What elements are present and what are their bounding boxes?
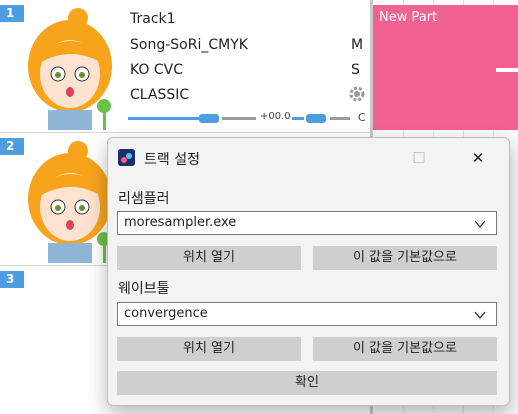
pan-slider-knob[interactable] [306, 114, 326, 123]
close-icon[interactable]: ✕ [466, 146, 490, 170]
wavtool-label: 웨이브툴 [118, 281, 170, 297]
ok-button[interactable]: 확인 [117, 371, 497, 395]
voice-part[interactable]: New Part [373, 5, 518, 130]
wavtool-value: convergence [124, 306, 208, 321]
pan-value: C [358, 111, 366, 124]
chevron-down-icon [474, 220, 486, 229]
mute-button[interactable]: M [351, 37, 363, 53]
set-default-button[interactable]: 이 값을 기본값으로 [313, 337, 497, 361]
open-location-button[interactable]: 위치 열기 [117, 337, 301, 361]
maximize-icon[interactable]: ☐ [407, 146, 431, 170]
open-location-button[interactable]: 위치 열기 [117, 246, 301, 270]
phonemizer-name[interactable]: KO CVC [130, 62, 183, 78]
set-default-button[interactable]: 이 값을 기본값으로 [313, 246, 497, 270]
resampler-label: 리샘플러 [118, 191, 170, 207]
pan-slider-rest [330, 117, 350, 120]
part-label: New Part [379, 10, 438, 25]
volume-slider-track[interactable] [128, 117, 200, 120]
volume-value: +00.0 [260, 111, 291, 122]
solo-button[interactable]: S [351, 62, 360, 78]
track-settings-dialog: 트랙 설정 ☐ ✕ 리샘플러 moresampler.exe 위치 열기 이 값… [107, 137, 510, 406]
dialog-title: 트랙 설정 [144, 152, 200, 168]
gear-icon[interactable] [348, 85, 366, 103]
resampler-value: moresampler.exe [124, 215, 237, 230]
app-icon [118, 149, 135, 166]
singer-name[interactable]: Song-SoRi_CMYK [130, 37, 248, 53]
volume-slider-rest [222, 117, 256, 120]
chevron-down-icon [474, 311, 486, 320]
dialog-title-bar[interactable]: 트랙 설정 ☐ ✕ [108, 138, 509, 178]
renderer-name[interactable]: CLASSIC [130, 87, 189, 103]
track-name[interactable]: Track1 [130, 11, 176, 27]
track-row-1: 1 Track1 Song-SoRi_CMYK M KO CVC S CLASS… [0, 0, 370, 133]
singer-avatar[interactable] [18, 6, 124, 130]
wavtool-select[interactable]: convergence [117, 302, 497, 326]
part-note-preview [496, 68, 518, 72]
resampler-select[interactable]: moresampler.exe [117, 211, 497, 235]
pan-slider-track[interactable] [292, 117, 304, 120]
track-number[interactable]: 3 [0, 271, 24, 288]
volume-slider-knob[interactable] [199, 114, 219, 123]
